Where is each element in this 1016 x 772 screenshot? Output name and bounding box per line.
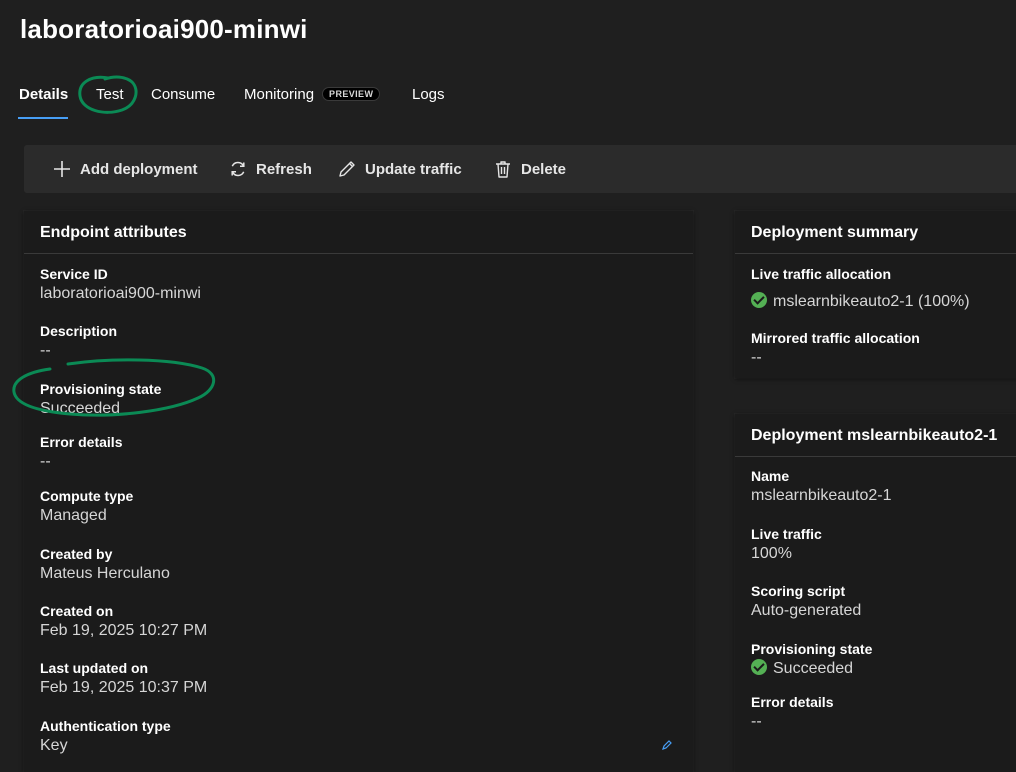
live-traffic-allocation-field: Live traffic allocation mslearnbikeauto2… bbox=[751, 265, 970, 313]
field-value: Managed bbox=[40, 507, 107, 524]
add-deployment-label: Add deployment bbox=[80, 160, 198, 178]
delete-label: Delete bbox=[521, 160, 567, 178]
page-title: laboratorioai900-minwi bbox=[20, 14, 308, 44]
live-traffic-field: Live traffic 100% bbox=[751, 525, 822, 565]
add-deployment-button[interactable]: Add deployment bbox=[52, 158, 198, 180]
field-value: Key bbox=[40, 737, 68, 754]
deployment-provisioning-state-field: Provisioning state Succeeded bbox=[751, 640, 872, 680]
field-value: mslearnbikeauto2-1 bbox=[751, 487, 892, 504]
field-value: -- bbox=[40, 453, 51, 470]
service-id-field: Service ID laboratorioai900-minwi bbox=[40, 265, 201, 305]
tab-consume[interactable]: Consume bbox=[151, 86, 215, 103]
deployment-error-details-field: Error details -- bbox=[751, 693, 833, 733]
page: laboratorioai900-minwi Details Test Cons… bbox=[0, 0, 1016, 772]
field-value: Mateus Herculano bbox=[40, 565, 170, 582]
edit-icon[interactable] bbox=[661, 739, 673, 751]
field-label: Provisioning state bbox=[40, 381, 162, 397]
description-field: Description -- bbox=[40, 322, 117, 362]
refresh-label: Refresh bbox=[256, 160, 312, 178]
deployment-summary-card: Deployment summary Live traffic allocati… bbox=[735, 211, 1016, 378]
field-label: Error details bbox=[40, 434, 123, 450]
tab-test[interactable]: Test bbox=[96, 86, 124, 103]
refresh-button[interactable]: Refresh bbox=[228, 158, 312, 180]
field-label: Authentication type bbox=[40, 718, 171, 734]
provisioning-state-field: Provisioning state Succeeded bbox=[40, 380, 161, 420]
authentication-type-field: Authentication type Key bbox=[40, 717, 171, 757]
error-details-field: Error details -- bbox=[40, 433, 122, 473]
compute-type-field: Compute type Managed bbox=[40, 487, 133, 527]
active-tab-indicator bbox=[18, 117, 68, 119]
tab-bar: Details Test Consume Monitoring PREVIEW L… bbox=[0, 82, 600, 122]
deployment-details-card: Deployment mslearnbikeauto2-1 Name mslea… bbox=[735, 414, 1016, 772]
provisioning-state-value: Succeeded bbox=[773, 660, 854, 677]
field-value: laboratorioai900-minwi bbox=[40, 285, 201, 302]
refresh-icon bbox=[231, 161, 245, 177]
field-value: Succeeded bbox=[40, 400, 121, 417]
deployment-summary-header: Deployment summary bbox=[735, 211, 1016, 254]
field-label: Provisioning state bbox=[751, 641, 873, 657]
field-value: -- bbox=[751, 713, 762, 730]
delete-button[interactable]: Delete bbox=[493, 158, 566, 180]
created-on-field: Created on Feb 19, 2025 10:27 PM bbox=[40, 602, 207, 642]
field-label: Live traffic bbox=[751, 526, 822, 542]
field-label: Created on bbox=[40, 603, 114, 619]
field-value: Feb 19, 2025 10:37 PM bbox=[40, 679, 208, 696]
live-traffic-allocation-value: mslearnbikeauto2-1 (100%) bbox=[773, 293, 970, 310]
deployment-details-header: Deployment mslearnbikeauto2-1 bbox=[735, 414, 1016, 457]
field-value: 100% bbox=[751, 545, 792, 562]
field-value: mslearnbikeauto2-1 (100%) bbox=[751, 291, 970, 313]
command-bar: Add deployment Refresh Update traffic De… bbox=[24, 145, 1016, 193]
field-value: -- bbox=[40, 342, 51, 359]
tab-logs[interactable]: Logs bbox=[412, 86, 445, 103]
field-value: Auto-generated bbox=[751, 602, 862, 619]
plus-icon bbox=[54, 161, 70, 177]
pencil-icon bbox=[339, 161, 355, 177]
field-value: -- bbox=[751, 349, 762, 366]
field-label: Mirrored traffic allocation bbox=[751, 330, 920, 346]
field-label: Scoring script bbox=[751, 583, 846, 599]
deployment-name-field: Name mslearnbikeauto2-1 bbox=[751, 467, 892, 507]
field-value: Succeeded bbox=[751, 658, 872, 680]
update-traffic-button[interactable]: Update traffic bbox=[337, 158, 462, 180]
tab-monitoring-label: Monitoring bbox=[244, 86, 315, 103]
preview-badge: PREVIEW bbox=[322, 87, 381, 101]
field-label: Created by bbox=[40, 546, 113, 562]
scoring-script-field: Scoring script Auto-generated bbox=[751, 582, 861, 622]
last-updated-on-field: Last updated on Feb 19, 2025 10:37 PM bbox=[40, 659, 207, 699]
created-by-field: Created by Mateus Herculano bbox=[40, 545, 170, 585]
field-label: Name bbox=[751, 468, 790, 484]
trash-icon bbox=[496, 161, 510, 178]
field-label: Description bbox=[40, 323, 118, 339]
field-label: Last updated on bbox=[40, 660, 149, 676]
field-label: Service ID bbox=[40, 266, 108, 282]
endpoint-attributes-header: Endpoint attributes bbox=[24, 211, 693, 254]
field-label: Error details bbox=[751, 694, 834, 710]
field-label: Compute type bbox=[40, 488, 134, 504]
tab-details[interactable]: Details bbox=[19, 86, 68, 103]
endpoint-attributes-card: Endpoint attributes Service ID laborator… bbox=[24, 211, 693, 772]
field-label: Live traffic allocation bbox=[751, 266, 892, 282]
update-traffic-label: Update traffic bbox=[365, 160, 462, 178]
field-value: Feb 19, 2025 10:27 PM bbox=[40, 622, 208, 639]
mirrored-traffic-allocation-field: Mirrored traffic allocation -- bbox=[751, 329, 920, 369]
success-check-icon bbox=[751, 292, 767, 308]
success-check-icon bbox=[751, 659, 767, 675]
tab-monitoring[interactable]: Monitoring PREVIEW bbox=[244, 86, 381, 103]
